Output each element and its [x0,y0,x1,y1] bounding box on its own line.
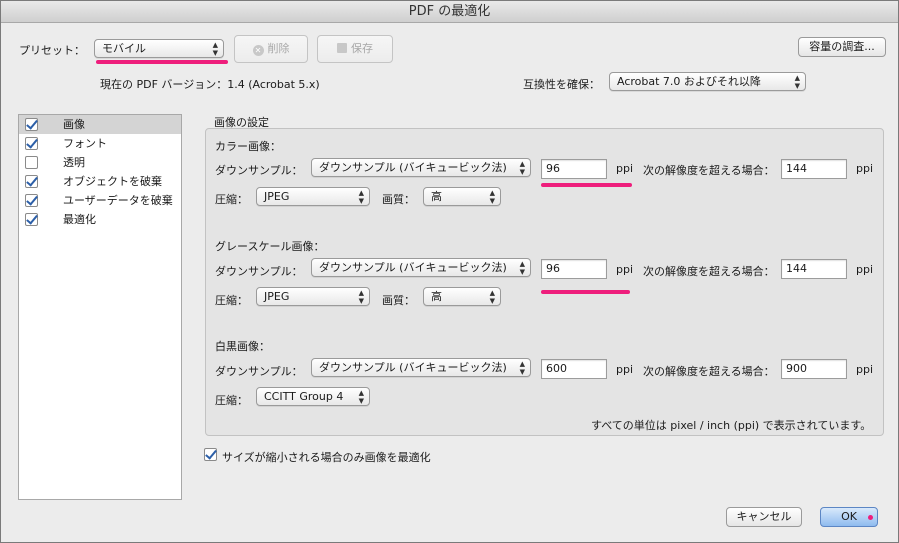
mono-images-title: 白黒画像： [215,340,270,353]
color-quality-label: 画質： [382,193,415,206]
mono-above-label: 次の解像度を超える場合： [643,365,775,378]
mono-downsample-select[interactable]: ダウンサンプル (バイキュービック法) ▲ ▼ [311,358,531,377]
delete-button-label: 削除 [267,42,290,55]
color-downsample-select[interactable]: ダウンサンプル (バイキュービック法) ▲ ▼ [311,158,531,177]
sidebar-item-label: オブジェクトを破棄 [63,175,162,188]
sidebar-item-images[interactable]: 画像 [19,115,181,134]
sidebar-item-discard-user-data[interactable]: ユーザーデータを破棄 [19,191,181,210]
optimize-only-label: サイズが縮小される場合のみ画像を最適化 [222,451,431,464]
gray-above-input[interactable]: 144 [781,259,847,279]
window-title: PDF の最適化 [1,1,898,23]
compat-select[interactable]: Acrobat 7.0 およびそれ以降 ▲ ▼ [609,72,806,91]
color-compression-select[interactable]: JPEG ▲ ▼ [256,187,370,206]
mono-above-input[interactable]: 900 [781,359,847,379]
audit-space-button[interactable]: 容量の調査... [798,37,886,57]
mono-downsample-value: ダウンサンプル (バイキュービック法) [319,361,507,374]
ok-button-label: OK [841,510,857,523]
chevron-updown-icon: ▲ ▼ [794,74,800,90]
save-button[interactable]: 保存 [317,35,393,63]
color-above-unit: ppi [856,162,874,175]
gray-downsample-select[interactable]: ダウンサンプル (バイキュービック法) ▲ ▼ [311,258,531,277]
gray-quality-value: 高 [431,290,442,303]
gray-compression-value: JPEG [264,290,290,303]
chevron-updown-icon: ▲ ▼ [212,41,218,57]
color-above-label: 次の解像度を超える場合： [643,164,775,177]
sidebar-item-checkbox[interactable] [25,156,38,169]
gray-downsample-label: ダウンサンプル： [215,265,303,278]
gray-compression-label: 圧縮： [215,294,248,307]
gray-ppi-input[interactable]: 96 [541,259,607,279]
mono-downsample-label: ダウンサンプル： [215,365,303,378]
color-quality-select[interactable]: 高 ▲ ▼ [423,187,501,206]
mono-ppi-input[interactable]: 600 [541,359,607,379]
gray-quality-select[interactable]: 高 ▲ ▼ [423,287,501,306]
color-downsample-label: ダウンサンプル： [215,164,303,177]
checkbox-checked-icon [204,448,217,461]
save-disk-icon [337,43,347,53]
chevron-updown-icon: ▲ ▼ [519,260,525,276]
delete-button[interactable]: ✕ 削除 [234,35,308,63]
sidebar-item-label: フォント [63,137,107,150]
mono-ppi-unit: ppi [616,363,634,376]
color-ppi-unit: ppi [616,162,634,175]
sidebar-item-checkbox[interactable] [25,194,38,207]
mono-compression-select[interactable]: CCITT Group 4 ▲ ▼ [256,387,370,406]
gray-quality-label: 画質： [382,294,415,307]
color-compression-label: 圧縮： [215,193,248,206]
chevron-updown-icon: ▲ ▼ [358,389,364,405]
sidebar-item-discard-objects[interactable]: オブジェクトを破棄 [19,172,181,191]
color-images-title: カラー画像： [215,140,281,153]
pdf-optimizer-dialog: PDF の最適化 プリセット： モバイル ▲ ▼ ✕ 削除 保存 容量の調査... … [0,0,899,543]
chevron-updown-icon: ▲ ▼ [358,189,364,205]
cancel-button[interactable]: キャンセル [726,507,802,527]
color-compression-value: JPEG [264,190,290,203]
preset-highlight-mark [96,60,228,64]
chevron-updown-icon: ▲ ▼ [489,189,495,205]
mono-compression-label: 圧縮： [215,394,248,407]
preset-select[interactable]: モバイル ▲ ▼ [94,39,224,58]
preset-value: モバイル [102,42,146,55]
gray-above-label: 次の解像度を超える場合： [643,265,775,278]
mono-compression-value: CCITT Group 4 [264,390,344,403]
save-button-label: 保存 [351,42,373,55]
sidebar-item-checkbox[interactable] [25,175,38,188]
chevron-updown-icon: ▲ ▼ [489,289,495,305]
gray-above-unit: ppi [856,263,874,276]
chevron-updown-icon: ▲ ▼ [519,360,525,376]
compat-label: 互換性を確保： [523,78,600,91]
sidebar-item-label: 最適化 [63,213,96,226]
gray-compression-select[interactable]: JPEG ▲ ▼ [256,287,370,306]
gray-ppi-highlight-mark [541,290,630,294]
color-ppi-input[interactable]: 96 [541,159,607,179]
sidebar-item-label: ユーザーデータを破棄 [63,194,173,207]
gray-images-title: グレースケール画像： [215,240,325,253]
sidebar-item-clean-up[interactable]: 最適化 [19,210,181,229]
delete-icon: ✕ [252,45,264,56]
units-note: すべての単位は pixel / inch (ppi) で表示されています。 [591,419,872,432]
color-downsample-value: ダウンサンプル (バイキュービック法) [319,161,507,174]
gray-ppi-unit: ppi [616,263,634,276]
sidebar-item-label: 画像 [63,118,85,131]
color-above-input[interactable]: 144 [781,159,847,179]
ok-cursor-dot [868,515,873,520]
sidebar-item-label: 透明 [63,156,85,169]
sidebar-item-checkbox[interactable] [25,137,38,150]
gray-downsample-value: ダウンサンプル (バイキュービック法) [319,261,507,274]
preset-label: プリセット： [19,44,85,57]
color-quality-value: 高 [431,190,442,203]
current-pdf-version: 現在の PDF バージョン：1.4 (Acrobat 5.x) [100,78,320,91]
mono-above-unit: ppi [856,363,874,376]
optimize-only-checkbox[interactable] [204,448,218,462]
chevron-updown-icon: ▲ ▼ [358,289,364,305]
sidebar-item-checkbox[interactable] [25,118,38,131]
sidebar-item-checkbox[interactable] [25,213,38,226]
color-ppi-highlight-mark [541,183,632,187]
sidebar-item-transparency[interactable]: 透明 [19,153,181,172]
chevron-updown-icon: ▲ ▼ [519,160,525,176]
sidebar-item-fonts[interactable]: フォント [19,134,181,153]
compat-value: Acrobat 7.0 およびそれ以降 [617,75,761,88]
settings-category-list: 画像 フォント 透明 オブジェクトを破棄 ユーザーデータを破棄 最適化 [18,114,182,500]
